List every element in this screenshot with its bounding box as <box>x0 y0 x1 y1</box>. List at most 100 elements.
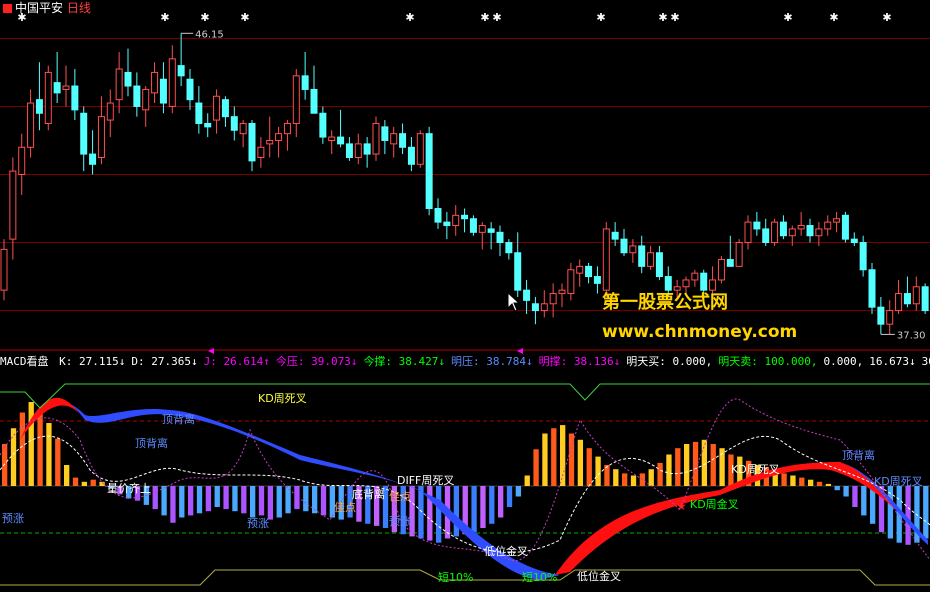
candle-body <box>717 259 725 281</box>
candle <box>416 130 424 168</box>
macd-bar <box>214 486 220 507</box>
macd-bar <box>790 475 796 486</box>
candle-body <box>257 146 265 158</box>
candle <box>469 215 477 236</box>
signal-star-icon: ✱ <box>596 11 605 24</box>
candle-body <box>647 252 655 267</box>
candle-body <box>301 75 309 90</box>
candle-body <box>177 65 185 77</box>
candle-body <box>80 112 88 155</box>
macd-bar <box>684 444 690 486</box>
candle-body <box>0 248 8 291</box>
candle-body <box>850 238 858 244</box>
macd-bar <box>267 486 274 520</box>
max-price-label: 46.15 <box>195 29 224 40</box>
signal-star-icon: ✱ <box>492 11 501 24</box>
candle-body <box>399 133 407 148</box>
candle-body <box>168 58 176 107</box>
candle-body <box>877 306 885 325</box>
annotation-label: 量价齐上 <box>107 481 151 495</box>
candle-body <box>416 133 424 165</box>
candle-body <box>682 279 690 288</box>
macd-bar <box>46 423 52 486</box>
macd-bar <box>595 456 601 486</box>
candle-body <box>115 68 123 101</box>
indicator-name: MACD看盘 <box>0 355 49 368</box>
candle-body <box>230 116 238 131</box>
candle-body <box>337 136 345 145</box>
candle-body <box>602 228 610 291</box>
candle <box>602 222 610 297</box>
candle-body <box>903 293 911 305</box>
stock-title: 中国平安 <box>15 1 64 15</box>
annotation-label: 底背离 <box>352 487 385 501</box>
indicator-value-8: 明天卖: 100.000, <box>718 355 818 368</box>
macd-bar <box>852 486 858 507</box>
macd-bar <box>170 486 176 523</box>
annotation-label: KD周死叉 <box>258 392 307 405</box>
indicator-value-11: 30.2 <box>921 355 930 368</box>
candle-body <box>469 218 477 233</box>
candle-body <box>363 143 371 155</box>
annotation-label: KD周死叉 <box>731 463 780 476</box>
macd-bar <box>320 486 327 516</box>
macd-bar <box>19 412 26 486</box>
annotation-label: 低位金叉 <box>484 544 528 558</box>
candle-body <box>390 133 398 145</box>
candle-body <box>35 99 43 114</box>
macd-bar <box>568 433 575 486</box>
candle-body <box>310 88 318 114</box>
macd-bar <box>152 486 158 510</box>
annotation-label: 顶背离 <box>162 412 195 426</box>
candle-body <box>531 303 539 312</box>
macd-bar <box>542 433 548 486</box>
candle <box>425 126 433 216</box>
candle <box>717 256 725 284</box>
candle-body <box>248 122 256 162</box>
macd-bar <box>630 475 637 486</box>
candle-body <box>912 286 920 305</box>
macd-bar <box>471 486 477 533</box>
stock-icon <box>3 4 12 13</box>
candle-body <box>593 276 601 284</box>
candle-body <box>106 102 114 121</box>
candle-body <box>266 139 274 145</box>
macd-bar <box>861 486 867 516</box>
macd-bar <box>781 473 787 486</box>
macd-bar <box>90 479 96 486</box>
signal-star-icon: ✱ <box>240 11 249 24</box>
macd-bar <box>232 486 238 512</box>
macd-bar <box>453 486 460 537</box>
candle-body <box>788 228 796 237</box>
macd-bar <box>675 448 681 486</box>
candle-body <box>762 228 770 244</box>
annotation-label: 预涨 <box>2 512 24 525</box>
annotation-label: 顶背离 <box>842 448 875 462</box>
macd-bar <box>489 486 495 524</box>
macd-bar <box>657 462 663 486</box>
candle-body <box>221 99 229 118</box>
candle-body <box>452 214 460 227</box>
candle-body <box>514 252 522 291</box>
candle-body <box>691 272 699 281</box>
signal-star-icon: ✱ <box>405 11 414 24</box>
macd-bar <box>710 444 716 486</box>
macd-bar <box>480 486 486 528</box>
candle <box>44 65 52 131</box>
candle-body <box>549 293 557 305</box>
macd-bar <box>250 486 256 518</box>
macd-bar <box>223 486 229 510</box>
macd-bar <box>28 402 34 486</box>
indicator-value-3: 今压: 39.073↓ <box>275 355 358 368</box>
signal-star-icon: ✱ <box>829 11 838 24</box>
candle-body <box>195 102 203 124</box>
signal-star-icon: ✱ <box>670 11 679 24</box>
annotation-label: DIFF周死叉 <box>397 474 454 487</box>
candle-body <box>292 75 300 124</box>
macd-bar <box>560 425 566 486</box>
candle-body <box>824 221 832 230</box>
red-star-icon: ★ <box>676 499 687 513</box>
indicator-value-9: 0.000, <box>823 355 864 368</box>
candle-body <box>239 122 247 135</box>
macd-bar <box>799 477 805 486</box>
